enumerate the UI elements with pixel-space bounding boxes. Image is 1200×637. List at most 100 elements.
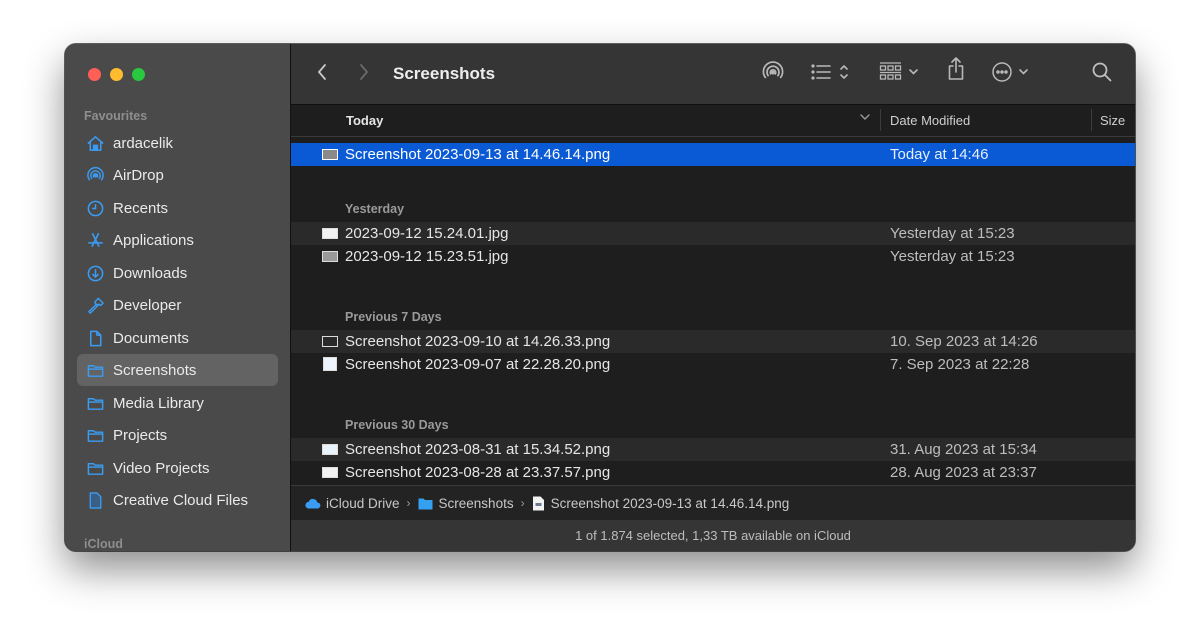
file-icon <box>85 490 105 510</box>
sidebar-item-creative-cloud-files[interactable]: Creative Cloud Files <box>77 484 278 516</box>
group-by-button[interactable] <box>879 61 923 87</box>
sidebar-item-label: Applications <box>113 231 194 249</box>
clock-icon <box>85 198 105 218</box>
cloud-icon <box>304 497 321 509</box>
file-name: Screenshot 2023-09-13 at 14.46.14.png <box>345 146 611 163</box>
image-thumbnail-icon <box>322 444 338 455</box>
finder-window: Favourites ardacelik AirDrop Recents App… <box>65 44 1135 551</box>
sidebar-item-label: Recents <box>113 199 169 217</box>
group-grid-icon <box>879 61 923 88</box>
window-controls <box>88 68 145 81</box>
window-title: Screenshots <box>393 64 496 83</box>
file-date: 28. Aug 2023 at 23:37 <box>890 464 1037 481</box>
forward-icon <box>357 62 371 87</box>
column-header-name[interactable]: Today <box>346 113 383 128</box>
applications-icon <box>85 230 105 250</box>
group-header-previous-7-days: Previous 7 Days <box>345 310 442 324</box>
toolbar: Screenshots <box>291 44 1135 105</box>
share-button[interactable] <box>946 56 966 84</box>
column-divider[interactable] <box>880 109 881 131</box>
file-row[interactable]: Screenshot 2023-09-07 at 22.28.20.png 7.… <box>291 353 1135 376</box>
column-header: Today Date Modified Size <box>291 105 1135 137</box>
file-name: Screenshot 2023-09-07 at 22.28.20.png <box>345 356 611 373</box>
column-header-size[interactable]: Size <box>1100 113 1125 128</box>
hammer-icon <box>85 295 105 315</box>
back-icon <box>315 62 329 87</box>
sidebar-item-projects[interactable]: Projects <box>77 419 278 451</box>
chevron-right-icon: › <box>406 496 411 510</box>
sidebar-item-screenshots[interactable]: Screenshots <box>77 354 278 386</box>
file-row[interactable]: 2023-09-12 15.24.01.jpg Yesterday at 15:… <box>291 222 1135 245</box>
file-date: Today at 14:46 <box>890 146 989 163</box>
airdrop-button[interactable] <box>761 60 785 89</box>
file-row[interactable]: Screenshot 2023-08-28 at 23.37.57.png 28… <box>291 461 1135 482</box>
file-row[interactable]: Screenshot 2023-09-13 at 14.46.14.png To… <box>291 143 1135 166</box>
sidebar-item-label: Projects <box>113 426 168 444</box>
image-thumbnail-icon <box>322 467 338 478</box>
file-name: 2023-09-12 15.24.01.jpg <box>345 225 509 242</box>
sidebar-item-downloads[interactable]: Downloads <box>77 257 278 289</box>
sidebar: Favourites ardacelik AirDrop Recents App… <box>65 44 291 551</box>
file-name: Screenshot 2023-08-28 at 23.37.57.png <box>345 464 611 481</box>
file-date: 10. Sep 2023 at 14:26 <box>890 333 1038 350</box>
folder-icon <box>418 497 433 510</box>
sidebar-item-media-library[interactable]: Media Library <box>77 387 278 419</box>
column-divider[interactable] <box>1091 109 1092 131</box>
file-list: Screenshot 2023-09-13 at 14.46.14.png To… <box>291 137 1135 482</box>
view-options-button[interactable] <box>810 61 854 87</box>
sidebar-item-label: Screenshots <box>113 361 197 379</box>
airdrop-icon <box>761 60 785 89</box>
image-thumbnail-icon <box>322 336 338 347</box>
status-bar: 1 of 1.874 selected, 1,33 TB available o… <box>291 520 1135 551</box>
sort-chevron-icon[interactable] <box>859 111 871 126</box>
file-date: Yesterday at 15:23 <box>890 248 1015 265</box>
file-row[interactable]: 2023-09-12 15.23.51.jpg Yesterday at 15:… <box>291 245 1135 268</box>
path-segment-label: Screenshot 2023-09-13 at 14.46.14.png <box>550 495 790 511</box>
path-segment-icloud-drive[interactable]: iCloud Drive <box>304 496 400 511</box>
sidebar-item-ardacelik[interactable]: ardacelik <box>77 127 278 159</box>
file-row[interactable]: Screenshot 2023-08-31 at 15.34.52.png 31… <box>291 438 1135 461</box>
file-date: 31. Aug 2023 at 15:34 <box>890 441 1037 458</box>
search-button[interactable] <box>1091 61 1113 87</box>
forward-button[interactable] <box>357 61 371 87</box>
sidebar-item-airdrop[interactable]: AirDrop <box>77 159 278 191</box>
list-view-icon <box>810 61 854 88</box>
file-name: 2023-09-12 15.23.51.jpg <box>345 248 509 265</box>
group-header-yesterday: Yesterday <box>345 202 405 216</box>
sidebar-item-developer[interactable]: Developer <box>77 289 278 321</box>
sidebar-item-applications[interactable]: Applications <box>77 224 278 256</box>
file-name: Screenshot 2023-09-10 at 14.26.33.png <box>345 333 611 350</box>
ellipsis-icon <box>991 60 1033 89</box>
close-button[interactable] <box>88 68 101 81</box>
back-button[interactable] <box>315 61 329 87</box>
zoom-button[interactable] <box>132 68 145 81</box>
sidebar-item-label: Creative Cloud Files <box>113 491 249 509</box>
minimize-button[interactable] <box>110 68 123 81</box>
path-bar: iCloud Drive › Screenshots › Screenshot … <box>291 485 1135 521</box>
document-icon <box>85 328 105 348</box>
image-thumbnail-icon <box>322 228 338 239</box>
status-text: 1 of 1.874 selected, 1,33 TB available o… <box>575 528 851 543</box>
chevron-right-icon: › <box>520 496 525 510</box>
path-segment-label: Screenshots <box>438 495 514 511</box>
image-thumbnail-icon <box>323 357 337 371</box>
image-thumbnail-icon <box>322 149 338 160</box>
more-actions-button[interactable] <box>991 61 1033 87</box>
search-icon <box>1091 61 1113 88</box>
download-icon <box>85 263 105 283</box>
group-header-previous-30-days: Previous 30 Days <box>345 418 449 432</box>
folder-icon <box>85 360 105 380</box>
sidebar-item-documents[interactable]: Documents <box>77 322 278 354</box>
path-segment-screenshots[interactable]: Screenshots <box>418 496 514 511</box>
sidebar-section-icloud: iCloud <box>84 537 123 551</box>
sidebar-item-recents[interactable]: Recents <box>77 192 278 224</box>
image-thumbnail-icon <box>322 251 338 262</box>
sidebar-item-label: Downloads <box>113 264 188 282</box>
sidebar-item-video-projects[interactable]: Video Projects <box>77 452 278 484</box>
file-icon <box>532 496 545 511</box>
file-row[interactable]: Screenshot 2023-09-10 at 14.26.33.png 10… <box>291 330 1135 353</box>
home-icon <box>85 133 105 153</box>
column-header-date[interactable]: Date Modified <box>890 113 970 128</box>
path-segment-file[interactable]: Screenshot 2023-09-13 at 14.46.14.png <box>532 495 790 511</box>
sidebar-item-label: ardacelik <box>113 134 174 152</box>
